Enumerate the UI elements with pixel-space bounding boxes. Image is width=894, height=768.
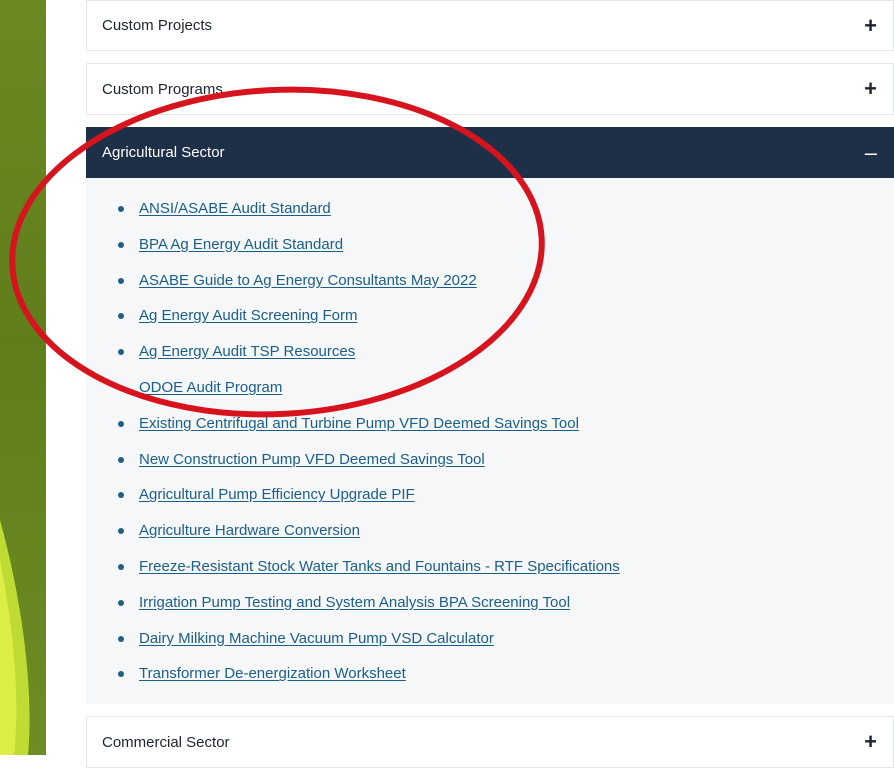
accordion-title: Custom Programs (102, 80, 223, 98)
link-odoe-audit-program[interactable]: ODOE Audit Program (139, 379, 282, 396)
plus-icon[interactable]: + (864, 731, 893, 753)
list-item: Irrigation Pump Testing and System Analy… (86, 592, 620, 628)
list-item: ODOE Audit Program (86, 377, 620, 413)
link-existing-pump-vfd-tool[interactable]: Existing Centrifugal and Turbine Pump VF… (139, 415, 579, 432)
plus-icon[interactable]: + (864, 78, 893, 100)
accordion-header-custom-projects[interactable]: Custom Projects + (86, 0, 894, 51)
list-item: Existing Centrifugal and Turbine Pump VF… (86, 413, 620, 449)
accordion-header-custom-programs[interactable]: Custom Programs + (86, 63, 894, 115)
link-dairy-vacuum-pump-calculator[interactable]: Dairy Milking Machine Vacuum Pump VSD Ca… (139, 630, 494, 647)
list-item: Freeze-Resistant Stock Water Tanks and F… (86, 556, 620, 592)
agricultural-sector-panel: ANSI/ASABE Audit Standard BPA Ag Energy … (86, 178, 894, 704)
accordion-title: Commercial Sector (102, 733, 230, 751)
list-item: Agricultural Pump Efficiency Upgrade PIF (86, 484, 620, 520)
list-item: Ag Energy Audit TSP Resources (86, 341, 620, 377)
decorative-swoosh (0, 520, 30, 755)
plus-icon[interactable]: + (864, 14, 893, 37)
agricultural-link-list: ANSI/ASABE Audit Standard BPA Ag Energy … (86, 198, 620, 699)
link-new-construction-pump-vfd-tool[interactable]: New Construction Pump VFD Deemed Savings… (139, 451, 485, 468)
link-tsp-resources[interactable]: Ag Energy Audit TSP Resources (139, 343, 355, 360)
accordion-title: Custom Projects (102, 17, 213, 34)
link-ansi-asabe-audit-standard[interactable]: ANSI/ASABE Audit Standard (139, 200, 331, 217)
list-item: ANSI/ASABE Audit Standard (86, 198, 620, 234)
list-item: Ag Energy Audit Screening Form (86, 305, 620, 341)
list-item: Agriculture Hardware Conversion (86, 520, 620, 556)
list-item: Transformer De-energization Worksheet (86, 663, 620, 699)
link-asabe-guide[interactable]: ASABE Guide to Ag Energy Consultants May… (139, 272, 477, 289)
list-item: BPA Ag Energy Audit Standard (86, 234, 620, 270)
link-freeze-resistant-tanks[interactable]: Freeze-Resistant Stock Water Tanks and F… (139, 558, 620, 575)
link-irrigation-pump-testing[interactable]: Irrigation Pump Testing and System Analy… (139, 594, 570, 611)
link-screening-form[interactable]: Ag Energy Audit Screening Form (139, 307, 357, 324)
accordion-title: Agricultural Sector (102, 144, 225, 161)
list-item: New Construction Pump VFD Deemed Savings… (86, 449, 620, 485)
accordion-header-commercial-sector[interactable]: Commercial Sector + (86, 716, 894, 768)
minus-icon[interactable]: – (865, 141, 893, 164)
link-transformer-worksheet[interactable]: Transformer De-energization Worksheet (139, 665, 406, 682)
list-item: ASABE Guide to Ag Energy Consultants May… (86, 270, 620, 306)
link-bpa-ag-energy-audit-standard[interactable]: BPA Ag Energy Audit Standard (139, 236, 343, 253)
link-pump-efficiency-upgrade-pif[interactable]: Agricultural Pump Efficiency Upgrade PIF (139, 486, 415, 503)
side-background (0, 0, 46, 755)
accordion-container: Custom Projects + Custom Programs + Agri… (46, 0, 894, 768)
link-agriculture-hardware-conversion[interactable]: Agriculture Hardware Conversion (139, 522, 360, 539)
accordion-header-agricultural-sector[interactable]: Agricultural Sector – (86, 127, 894, 178)
list-item: Dairy Milking Machine Vacuum Pump VSD Ca… (86, 628, 620, 664)
